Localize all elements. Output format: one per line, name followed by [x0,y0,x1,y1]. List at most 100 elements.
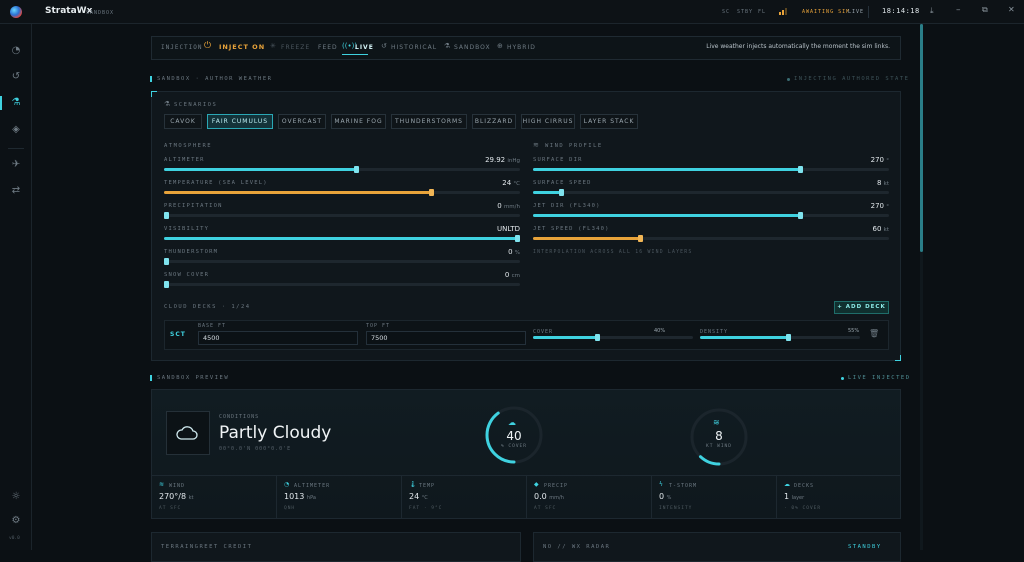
deck-top-input[interactable]: 7500 [366,331,526,345]
plane-icon[interactable]: ✈ [9,158,23,172]
deck-density-knob[interactable] [786,334,791,341]
slider-value-number: 0 [508,248,513,256]
status-dot [787,78,790,81]
freeze-icon[interactable]: ✳ [270,42,276,50]
preview-section-title: SANDBOX PREVIEW [157,375,230,381]
deck-cover-label: COVER [533,329,554,335]
scenario-button[interactable]: BLIZZARD [472,114,516,129]
deck-base-input[interactable]: 4500 [198,331,358,345]
slider-track[interactable] [164,189,520,196]
gear-icon[interactable]: ⚙ [9,514,23,528]
card-value-unit: kt [188,495,194,501]
sidebar: ◔ ↺ ⚗ ◈ ✈ ⇄ ☼ ⚙ v0.0 [0,24,32,550]
deck-cover-slider[interactable] [533,334,693,341]
tab-live[interactable]: LIVE [355,44,374,51]
slider-knob[interactable] [164,281,169,288]
slider-track[interactable] [533,212,889,219]
title-bar: StrataWx SANDBOX SC STBY FL AWAITING SIM… [0,0,1024,24]
slider-label: JET SPEED (FL340) [533,226,610,232]
slider-track[interactable] [164,212,520,219]
hybrid-tab-icon: ⊕ [497,42,503,50]
history-icon[interactable]: ↺ [9,70,23,84]
slider-knob[interactable] [164,258,169,265]
card-label: T-STORM [669,483,698,489]
slider-knob[interactable] [164,212,169,219]
slider-value-unit: % [514,250,520,256]
app-version: v0.0 [9,536,20,541]
flask-icon[interactable]: ⚗ [9,96,23,110]
scenario-button[interactable]: THUNDERSTORMS [391,114,467,129]
deck-density-label: DENSITY [700,329,729,335]
close-button[interactable]: ✕ [1008,5,1015,14]
cover-gauge-value: 40 [506,429,522,443]
slider-value: 8 kt [829,179,889,187]
scenario-button[interactable]: MARINE FOG [331,114,386,129]
slider-value-number: 270 [870,202,885,210]
slider-knob[interactable] [559,189,565,196]
drop-icon: ◆ [534,481,539,488]
tab-hybrid[interactable]: HYBRID [507,44,536,51]
add-deck-button[interactable]: + ADD DECK [834,301,889,314]
scenario-button[interactable]: OVERCAST [278,114,326,129]
layers-icon[interactable]: ◈ [9,123,23,137]
slider-value: 270 ° [829,202,889,210]
trash-icon[interactable]: 🗑 [869,329,879,338]
slider-track[interactable] [164,281,520,288]
slider-knob[interactable] [637,235,643,242]
scenario-button[interactable]: CAVOK [164,114,202,129]
scenario-button[interactable]: FAIR CUMULUS [207,114,273,129]
scenario-button[interactable]: HIGH CIRRUS [521,114,575,129]
sun-icon[interactable]: ☼ [9,490,23,504]
slider-value-number: 8 [876,179,882,187]
scenario-button[interactable]: LAYER STACK [580,114,638,129]
clock: 18:14:18 [882,7,920,15]
maximize-button[interactable]: ⧉ [982,5,988,15]
card-sub: INTENSITY [659,506,693,511]
deck-density-slider[interactable] [700,334,860,341]
deck-cover-knob[interactable] [595,334,600,341]
tab-freeze[interactable]: FREEZE [281,44,310,51]
minimize-button[interactable]: – [956,5,961,15]
deck-cover-fill [533,336,597,339]
slider-fill [164,168,357,171]
slider-fill [533,191,562,194]
slider-track[interactable] [533,166,889,173]
slider-value: 24 °C [460,179,520,187]
card-divider [651,476,652,519]
section-marker [150,76,152,82]
card-value: 0 % [659,492,671,501]
section-marker [150,375,152,381]
slider-track[interactable] [533,189,889,196]
slider-knob[interactable] [515,235,520,242]
slider-track[interactable] [164,258,520,265]
corner-mark [151,91,157,97]
bottom-right-status: STANDBY [848,544,882,550]
tab-feed[interactable]: FEED [318,44,338,51]
download-icon[interactable]: ⤓ [930,6,934,16]
slider-knob[interactable] [354,166,360,173]
wind-gauge-icon: ≋ [713,418,720,427]
slider-knob[interactable] [798,212,803,219]
slider-label: ALTIMETER [164,157,205,163]
slider-track[interactable] [164,235,520,242]
inject-on-toggle[interactable]: INJECT ON [219,43,265,51]
conditions-label: CONDITIONS [219,414,260,420]
scrollbar-thumb[interactable] [920,24,923,252]
tab-sandbox[interactable]: SANDBOX [454,44,491,51]
slider-track[interactable] [533,235,889,242]
slider-track[interactable] [164,166,520,173]
route-icon[interactable]: ⇄ [9,184,23,198]
card-value: 1013 hPa [284,492,316,501]
card-value-number: 0.0 [534,492,547,501]
slider-value-number: 29.92 [485,156,506,164]
gauge-icon[interactable]: ◔ [9,44,23,58]
card-value-number: 0 [659,492,665,501]
tab-historical[interactable]: HISTORICAL [391,44,437,51]
slider-value-unit: °C [513,181,520,187]
slider-knob[interactable] [798,166,803,173]
live-label: LIVE [848,9,865,15]
power-icon[interactable]: ⏻ [204,41,211,51]
slider-value-number: 24 [502,179,512,187]
slider-knob[interactable] [429,189,434,196]
status-dot [841,377,844,380]
